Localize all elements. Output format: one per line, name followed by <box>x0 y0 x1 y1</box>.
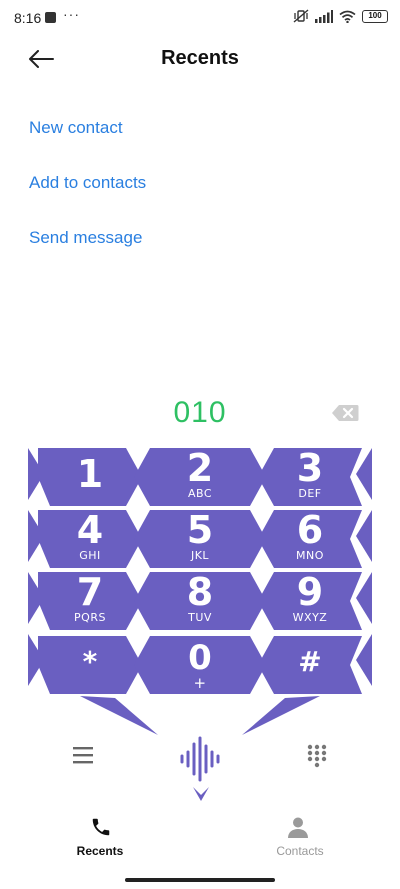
key-3[interactable]: 3 DEF <box>258 448 362 506</box>
key-letters: PQRS <box>74 611 106 624</box>
key-0[interactable]: 0 + <box>134 636 266 694</box>
key-letters: DEF <box>298 487 322 500</box>
key-digit: 0 <box>188 638 212 678</box>
menu-button[interactable] <box>72 745 94 770</box>
key-digit: 3 <box>296 446 324 490</box>
key-digit: 1 <box>76 452 104 496</box>
key-letters: WXYZ <box>292 611 328 624</box>
key-digit: 5 <box>186 508 214 552</box>
menu-icon <box>73 747 93 764</box>
nav-contacts-label: Contacts <box>276 844 324 858</box>
page-title: Recents <box>161 47 239 69</box>
chevron-down-icon <box>193 787 209 801</box>
key-letters: + <box>193 674 207 692</box>
key-digit: 2 <box>186 446 214 490</box>
key-hash[interactable]: # <box>258 636 362 694</box>
backspace-button[interactable] <box>331 404 359 427</box>
nav-recents-label: Recents <box>76 844 124 858</box>
key-digit: 6 <box>296 508 324 552</box>
new-contact-link[interactable]: New contact <box>29 118 123 138</box>
bottom-nav: Recents Contacts <box>0 810 400 870</box>
key-star[interactable]: * <box>38 636 142 694</box>
key-2[interactable]: 2 ABC <box>134 448 266 506</box>
key-digit: 8 <box>186 570 214 614</box>
add-to-contacts-link[interactable]: Add to contacts <box>29 173 146 193</box>
key-7[interactable]: 7 PQRS <box>38 572 142 630</box>
key-1[interactable]: 1 <box>38 448 142 506</box>
battery-icon: 100 <box>362 9 388 23</box>
key-digit: # <box>298 645 322 678</box>
backspace-icon <box>332 405 359 421</box>
status-bar: 8:16 ··· 100 <box>0 0 400 36</box>
wifi-icon <box>339 10 356 23</box>
key-digit: 7 <box>76 570 104 614</box>
key-digit: 9 <box>296 570 324 614</box>
status-time: 8:16 <box>14 10 42 26</box>
key-5[interactable]: 5 JKL <box>134 510 266 568</box>
vibrate-off-icon <box>293 9 309 23</box>
send-message-link[interactable]: Send message <box>29 228 142 248</box>
home-indicator <box>125 878 275 882</box>
call-button[interactable] <box>178 736 222 787</box>
key-8[interactable]: 8 TUV <box>134 572 266 630</box>
key-letters: GHI <box>79 549 101 562</box>
phone-icon <box>92 818 110 836</box>
notification-icon <box>45 12 56 23</box>
key-6[interactable]: 6 MNO <box>258 510 362 568</box>
voice-wave-icon <box>180 736 220 782</box>
key-letters: JKL <box>190 549 210 562</box>
key-letters: MNO <box>296 549 324 562</box>
signal-icon <box>315 9 333 23</box>
dialpad-toggle-button[interactable] <box>306 744 328 773</box>
more-notifications-icon: ··· <box>63 6 80 22</box>
dialpad-icon <box>307 744 327 768</box>
nav-contacts[interactable]: Contacts <box>200 810 400 865</box>
key-digit: 4 <box>76 508 104 552</box>
key-4[interactable]: 4 GHI <box>38 510 142 568</box>
collapse-keypad-button[interactable] <box>191 785 211 808</box>
person-icon <box>288 817 308 838</box>
key-letters: ABC <box>187 487 213 500</box>
key-letters: TUV <box>188 611 212 624</box>
key-9[interactable]: 9 WXYZ <box>258 572 362 630</box>
key-digit: * <box>82 645 98 678</box>
status-icons: 100 <box>293 9 388 23</box>
nav-recents[interactable]: Recents <box>0 810 200 865</box>
